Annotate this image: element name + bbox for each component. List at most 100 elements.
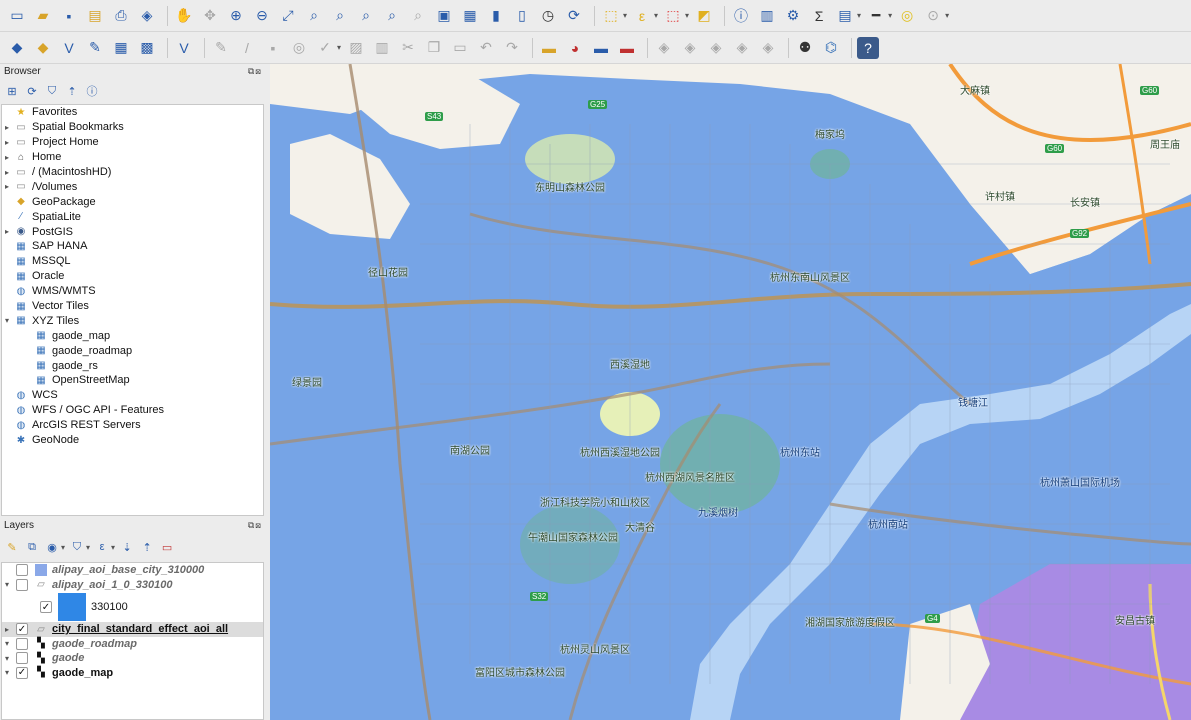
- new-project-icon[interactable]: ▭: [6, 5, 28, 27]
- statistics-icon[interactable]: ▥: [756, 5, 778, 27]
- browser-item-project-home[interactable]: ▸ ▭ Project Home: [2, 135, 263, 150]
- temporal-icon[interactable]: ◷: [537, 5, 559, 27]
- select-icon[interactable]: ⬚: [600, 5, 622, 27]
- browser-item-geopackage[interactable]: ◆ GeoPackage: [2, 194, 263, 209]
- new-3d-view-icon[interactable]: ▦: [459, 5, 481, 27]
- panel-float-close-icon[interactable]: ⧉⊠: [248, 66, 262, 77]
- label-diagram-icon[interactable]: ◈: [757, 37, 779, 59]
- plugin-icon[interactable]: ⊙: [922, 5, 944, 27]
- label-change-icon[interactable]: ◈: [679, 37, 701, 59]
- zoom-in-icon[interactable]: ⊕: [225, 5, 247, 27]
- expand-arrow-icon[interactable]: ▸: [2, 227, 12, 236]
- layer-checkbox[interactable]: [16, 578, 28, 591]
- expand-arrow-icon[interactable]: ▸: [2, 168, 12, 177]
- processing-icon[interactable]: ⚙: [782, 5, 804, 27]
- info-icon[interactable]: ⓘ: [84, 83, 100, 99]
- label-prop-icon[interactable]: ◈: [731, 37, 753, 59]
- measure-icon[interactable]: ━: [865, 5, 887, 27]
- filter-icon[interactable]: ⛉: [44, 83, 60, 99]
- browser-item-spatial-bookmarks[interactable]: ▸ ▭ Spatial Bookmarks: [2, 120, 263, 135]
- browser-item-gaode-roadmap[interactable]: ▦ gaode_roadmap: [2, 343, 263, 358]
- sum-icon[interactable]: Σ: [808, 5, 830, 27]
- save-as-icon[interactable]: ▤: [84, 5, 106, 27]
- pencil-icon[interactable]: ✎: [210, 37, 232, 59]
- label-highlight-icon[interactable]: ◕: [564, 37, 586, 59]
- save-edits-icon[interactable]: ▪: [262, 37, 284, 59]
- add-group-icon[interactable]: ⧉: [24, 539, 40, 555]
- attribute-table-icon[interactable]: ▤: [834, 5, 856, 27]
- add-wms-icon[interactable]: V: [58, 37, 80, 59]
- layer-row[interactable]: ▾ ▚ gaode: [2, 651, 263, 666]
- identify-icon[interactable]: ⓘ: [730, 5, 752, 27]
- toggle-edit-icon[interactable]: V: [173, 37, 195, 59]
- map-canvas[interactable]: 东明山森林公园 径山花园 杭州西溪湿地公园 杭州西湖风景名胜区 杭州萧山国际机场 浙江科技…: [270, 64, 1191, 720]
- label-pin-icon[interactable]: ▬: [590, 37, 612, 59]
- browser-item-geonode[interactable]: ✱ GeoNode: [2, 433, 263, 448]
- layer-checkbox[interactable]: ✓: [16, 666, 28, 679]
- layer-row-selected[interactable]: ▸ ✓ ▱ city_final_standard_effect_aoi_all: [2, 622, 263, 637]
- help-icon[interactable]: ?: [857, 36, 880, 59]
- annotation-icon[interactable]: ◎: [896, 5, 918, 27]
- browser-item-postgis[interactable]: ▸ ◉ PostGIS: [2, 224, 263, 239]
- expression-filter-icon[interactable]: ε: [94, 539, 110, 555]
- legend-checkbox[interactable]: ✓: [40, 601, 52, 613]
- browser-item-arcgis-rest-servers[interactable]: ◍ ArcGIS REST Servers: [2, 418, 263, 433]
- refresh-icon[interactable]: ⟳: [563, 5, 585, 27]
- save-project-icon[interactable]: ▪: [58, 5, 80, 27]
- layer-row[interactable]: ▾ ▚ gaode_roadmap: [2, 637, 263, 652]
- add-layer-icon[interactable]: ◆: [6, 37, 28, 59]
- pan-to-selection-icon[interactable]: ✥: [199, 5, 221, 27]
- layer-checkbox[interactable]: [16, 652, 28, 665]
- zoom-native-icon[interactable]: ⌕: [355, 5, 377, 27]
- expand-arrow-icon[interactable]: ▸: [2, 123, 12, 132]
- expand-arrow-icon[interactable]: ▾: [2, 668, 12, 677]
- collapse-all-icon[interactable]: ⇡: [139, 539, 155, 555]
- open-table-icon[interactable]: ◩: [693, 5, 715, 27]
- layer-row[interactable]: ▾ ▱ alipay_aoi_1_0_330100: [2, 578, 263, 593]
- show-bookmarks-icon[interactable]: ▯: [511, 5, 533, 27]
- zoom-next-icon[interactable]: ⌕: [407, 5, 429, 27]
- layers-float-close-icon[interactable]: ⧉⊠: [248, 520, 262, 531]
- visibility-icon[interactable]: ◉: [44, 539, 60, 555]
- expand-arrow-icon[interactable]: ▾: [2, 316, 12, 325]
- browser-item-gaode-rs[interactable]: ▦ gaode_rs: [2, 358, 263, 373]
- browser-item-home[interactable]: ▸ ⌂ Home: [2, 150, 263, 165]
- collapse-icon[interactable]: ⇡: [64, 83, 80, 99]
- scripts-icon[interactable]: ⚉: [794, 37, 816, 59]
- filter-layer-icon[interactable]: ⛉: [69, 539, 85, 555]
- remove-layer-icon[interactable]: ▭: [159, 539, 175, 555]
- layer-row[interactable]: ▾ ✓ ▚ gaode_map: [2, 666, 263, 681]
- browser-item-wcs[interactable]: ◍ WCS: [2, 388, 263, 403]
- expand-arrow-icon[interactable]: ▸: [2, 625, 12, 634]
- open-project-icon[interactable]: ▰: [32, 5, 54, 27]
- browser-item-mssql[interactable]: ▦ MSSQL: [2, 254, 263, 269]
- layer-checkbox[interactable]: [16, 637, 28, 650]
- browser-item-openstreetmap[interactable]: ▦ OpenStreetMap: [2, 373, 263, 388]
- expand-arrow-icon[interactable]: ▾: [2, 580, 12, 589]
- new-map-view-icon[interactable]: ▣: [433, 5, 455, 27]
- redo-icon[interactable]: ↷: [501, 37, 523, 59]
- zoom-layer-icon[interactable]: ⌕: [329, 5, 351, 27]
- add-vector-icon[interactable]: ◆: [32, 37, 54, 59]
- undo-icon[interactable]: ↶: [475, 37, 497, 59]
- browser-item-oracle[interactable]: ▦ Oracle: [2, 269, 263, 284]
- expand-arrow-icon[interactable]: ▸: [2, 182, 12, 191]
- add-selected-icon[interactable]: ⊞: [4, 83, 20, 99]
- browser-item-spatialite[interactable]: ∕ SpatiaLite: [2, 209, 263, 224]
- zoom-last-icon[interactable]: ⌕: [381, 5, 403, 27]
- zoom-full-icon[interactable]: ⤢: [277, 5, 299, 27]
- new-shapefile-icon[interactable]: ▩: [136, 37, 158, 59]
- copy-icon[interactable]: ❐: [423, 37, 445, 59]
- label-show-icon[interactable]: ◈: [705, 37, 727, 59]
- label-icon[interactable]: ▬: [538, 37, 560, 59]
- bookmark-icon[interactable]: ▮: [485, 5, 507, 27]
- zoom-out-icon[interactable]: ⊖: [251, 5, 273, 27]
- pencil2-icon[interactable]: /: [236, 37, 258, 59]
- browser-item-favorites[interactable]: ★ Favorites: [2, 105, 263, 120]
- digitize-icon[interactable]: ✎: [84, 37, 106, 59]
- expand-arrow-icon[interactable]: ▸: [2, 153, 12, 162]
- style-manager-icon[interactable]: ◈: [136, 5, 158, 27]
- browser-item-sap-hana[interactable]: ▦ SAP HANA: [2, 239, 263, 254]
- layer-checkbox[interactable]: [16, 564, 28, 577]
- layer-save-icon[interactable]: ▦: [110, 37, 132, 59]
